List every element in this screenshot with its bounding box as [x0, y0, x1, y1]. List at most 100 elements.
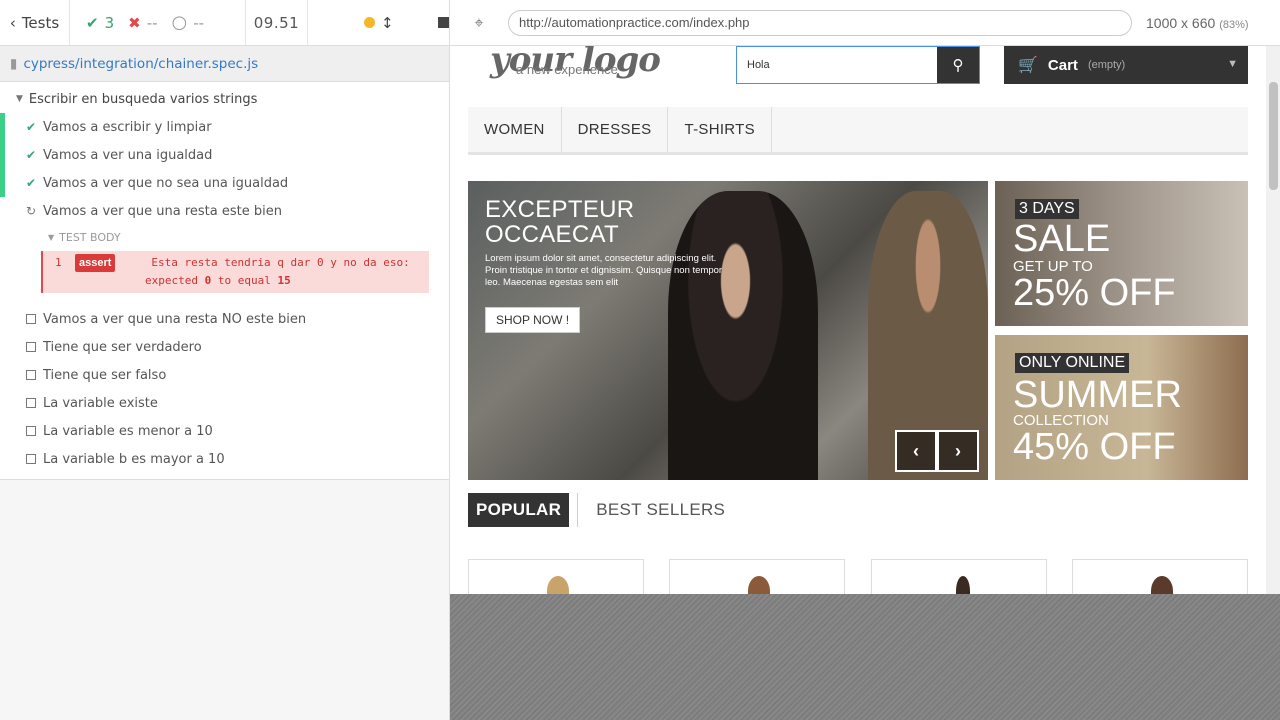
test-label: Vamos a ver que una resta este bien [43, 203, 282, 219]
hero-title: EXCEPTEUR OCCAECAT [485, 197, 634, 247]
product-card[interactable] [1072, 559, 1248, 594]
viewport-dimensions: 1000 x 660 [1146, 14, 1216, 31]
test-item[interactable]: ✔ Vamos a escribir y limpiar [0, 113, 449, 141]
tab-best-sellers[interactable]: BEST SELLERS [577, 493, 743, 527]
selector-playground-icon[interactable]: ⌖ [450, 13, 508, 33]
runner-header: ‹ Tests ✔ 3 ✖ -- ○ -- 09.51 ↕ [0, 0, 449, 46]
tests-label: Tests [21, 13, 60, 32]
command-number: 1 [55, 256, 62, 269]
test-item[interactable]: La variable b es mayor a 10 [0, 445, 449, 473]
suite-title-row[interactable]: ▼ Escribir en busqueda varios strings [0, 85, 449, 113]
product-image [748, 576, 770, 594]
site-logo[interactable]: your logo a new experience [490, 46, 661, 80]
viewport-scale: (83%) [1219, 18, 1249, 31]
auto-scroll-toggle-icon[interactable]: ↕ [381, 14, 394, 32]
hero-model-image [668, 191, 818, 480]
stop-icon[interactable] [437, 17, 449, 28]
logo-tagline: a new experience [516, 62, 618, 77]
main-menu: WOMEN DRESSES T-SHIRTS [468, 107, 1248, 155]
test-item[interactable]: Tiene que ser verdadero [0, 333, 449, 361]
assert-message: Esta resta tendria q dar 0 y no da eso: [151, 256, 410, 269]
test-label: La variable es menor a 10 [43, 423, 213, 439]
hero-lead: Lorem ipsum dolor sit amet, consectetur … [485, 253, 723, 288]
menu-item-tshirts[interactable]: T-SHIRTS [668, 107, 772, 152]
product-card[interactable] [468, 559, 644, 594]
product-image [956, 576, 970, 594]
checkbox-icon [25, 314, 37, 324]
test-label: Tiene que ser verdadero [43, 339, 202, 355]
viewport-size: 1000 x 660 (83%) [1146, 15, 1249, 31]
test-body-label: TEST BODY [59, 230, 121, 244]
test-item[interactable]: Vamos a ver que una resta NO este bien [0, 305, 449, 333]
assert-equal-label: to equal [217, 274, 271, 287]
checkbox-icon [25, 342, 37, 352]
test-suite: ▼ Escribir en busqueda varios strings ✔ V… [0, 82, 449, 480]
file-icon: ▮ [10, 55, 18, 72]
promo-discount: 25% OFF [1013, 272, 1176, 314]
cart-status: (empty) [1087, 59, 1126, 71]
pending-count-value: -- [193, 13, 205, 32]
hero-slider: EXCEPTEUR OCCAECAT Lorem ipsum dolor sit… [468, 181, 988, 480]
promo-discount: 45% OFF [1013, 426, 1176, 468]
search-icon: ⚲ [952, 57, 964, 74]
search-input[interactable] [737, 47, 937, 83]
checkbox-icon [25, 370, 37, 380]
test-item[interactable]: ✔ Vamos a ver que no sea una igualdad [0, 169, 449, 197]
cart-label: Cart [1047, 56, 1078, 74]
test-item[interactable]: Tiene que ser falso [0, 361, 449, 389]
test-item[interactable]: La variable es menor a 10 [0, 417, 449, 445]
cart-icon: 🛒 [1018, 57, 1038, 74]
caret-down-icon: ▼ [1227, 58, 1238, 70]
assert-actual-value: 15 [277, 274, 291, 287]
tab-popular[interactable]: POPULAR [468, 493, 570, 527]
search-box: ⚲ [736, 46, 980, 84]
refresh-icon: ↻ [25, 204, 37, 218]
caret-down-icon: ▼ [16, 94, 23, 104]
checkbox-icon [25, 398, 37, 408]
test-runner-panel: ‹ Tests ✔ 3 ✖ -- ○ -- 09.51 ↕ ▮ cypress/int… [0, 0, 450, 720]
runner-controls: ↕ [308, 0, 449, 45]
caret-down-icon: ▼ [48, 232, 55, 242]
aut-scrollbar[interactable] [1266, 46, 1280, 594]
product-card[interactable] [871, 559, 1047, 594]
assert-badge: assert [75, 254, 116, 272]
url-bar[interactable]: http://automationpractice.com/index.php [508, 9, 1132, 36]
checkbox-icon [25, 454, 37, 464]
chevron-left-icon[interactable]: ‹ [895, 430, 937, 472]
tests-back-button[interactable]: ‹ Tests [0, 0, 70, 45]
test-item[interactable]: La variable existe [0, 389, 449, 417]
pending-count: ○ -- [172, 12, 205, 33]
product-card[interactable] [669, 559, 845, 594]
test-label: Vamos a ver que no sea una igualdad [43, 175, 289, 191]
promo-banner-sale[interactable]: 3 DAYS SALE GET UP TO 25% OFF [995, 181, 1248, 326]
circle-icon: ○ [171, 12, 188, 33]
shop-now-button[interactable]: SHOP NOW ! [485, 307, 581, 333]
product-image [547, 576, 569, 594]
test-stats: ✔ 3 ✖ -- ○ -- [70, 0, 246, 45]
hero-title-line: EXCEPTEUR [485, 196, 635, 223]
passed-count-value: 3 [104, 13, 115, 32]
aut-iframe: your logo a new experience ⚲ 🛒 Cart (emp… [450, 46, 1280, 594]
aut-header: ⌖ http://automationpractice.com/index.ph… [450, 0, 1280, 46]
test-item[interactable]: ✔ Vamos a ver una igualdad [0, 141, 449, 169]
promo-heading: SALE [1013, 218, 1111, 260]
test-body-header[interactable]: ▼ TEST BODY [0, 225, 449, 249]
duration: 09.51 [246, 0, 308, 45]
menu-item-dresses[interactable]: DRESSES [562, 107, 669, 152]
check-icon: ✔ [86, 13, 99, 32]
failed-count: ✖ -- [128, 14, 157, 32]
failed-assert-command[interactable]: 1 assert Esta resta tendria q dar 0 y no… [41, 251, 429, 293]
passed-count: ✔ 3 [86, 14, 114, 32]
suite-title: Escribir en busqueda varios strings [28, 91, 258, 107]
spec-file-path[interactable]: ▮ cypress/integration/chainer.spec.js [0, 46, 449, 82]
scrollbar-thumb[interactable] [1269, 82, 1278, 190]
menu-item-women[interactable]: WOMEN [468, 107, 562, 152]
search-button[interactable]: ⚲ [937, 47, 979, 83]
test-label: La variable existe [43, 395, 158, 411]
hero-title-line: OCCAECAT [485, 221, 619, 248]
chevron-right-icon[interactable]: › [937, 430, 979, 472]
promo-banner-summer[interactable]: ONLY ONLINE SUMMER COLLECTION 45% OFF [995, 335, 1248, 480]
status-dot-icon [364, 17, 375, 28]
cart-button[interactable]: 🛒 Cart (empty) ▼ [1004, 46, 1248, 84]
test-item[interactable]: ↻ Vamos a ver que una resta este bien [0, 197, 449, 225]
